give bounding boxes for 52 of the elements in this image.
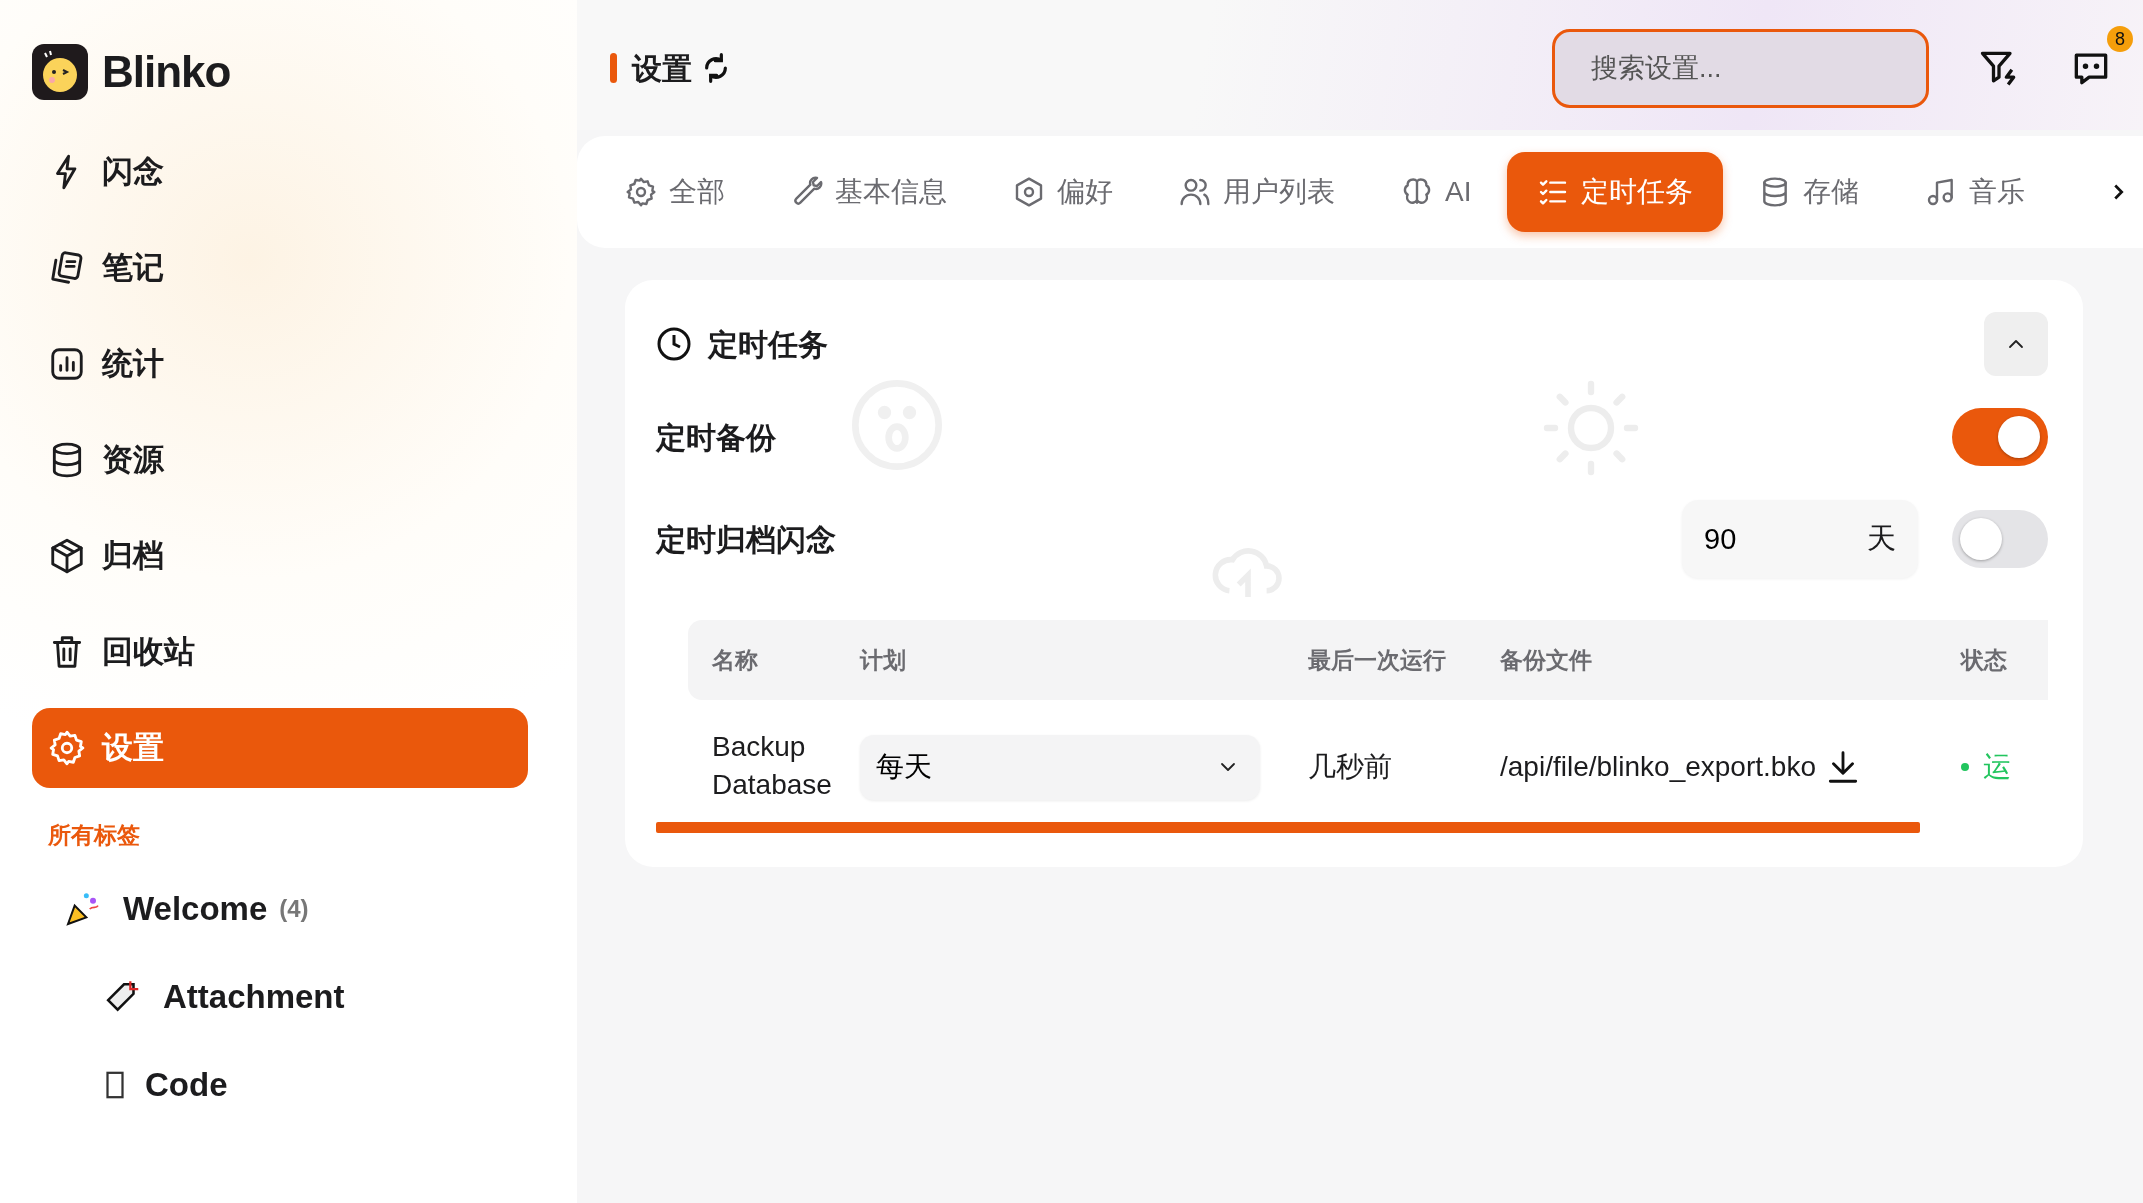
scrollbar[interactable] — [656, 822, 1920, 833]
status-text: 运 — [1983, 750, 2011, 784]
nav-item[interactable]: 归档 — [32, 516, 528, 596]
notification-count: 8 — [2107, 26, 2133, 52]
tab[interactable]: 存储 — [1729, 152, 1890, 232]
tab[interactable]: 音乐 — [1895, 152, 2056, 232]
tab[interactable]: 用户列表 — [1149, 152, 1365, 232]
accent-bar — [610, 53, 617, 83]
box-icon — [48, 537, 86, 575]
column-header: 备份文件 — [1500, 645, 1593, 675]
unit-label: 天 — [1867, 521, 1896, 556]
tag-item[interactable]: Welcome — [123, 883, 268, 934]
column-header: 计划 — [860, 645, 907, 675]
tab[interactable]: 定时任务 — [1507, 152, 1724, 232]
tab[interactable]: 基本信息 — [761, 152, 977, 232]
hexagon-icon — [1013, 176, 1045, 208]
table-cell: 几秒前 — [1308, 751, 1392, 782]
search-field[interactable]: 搜索设置... — [1552, 28, 1929, 108]
chart-icon — [48, 345, 86, 383]
schedule-dropdown[interactable]: 每天 — [860, 734, 1260, 800]
settings-icon — [625, 176, 657, 208]
tag-item[interactable]: Code — [145, 1059, 228, 1110]
nav-item[interactable]: 设置 — [32, 708, 528, 788]
status-dot — [1961, 763, 1969, 771]
clock-icon — [656, 326, 692, 362]
nav-item[interactable]: 闪念 — [32, 132, 528, 212]
page-title: 设置 — [632, 50, 692, 87]
tag-count: (4) — [279, 893, 309, 924]
column-header: 状态 — [1961, 645, 2008, 675]
nav-item[interactable]: 资源 — [32, 420, 528, 500]
tags-heading: 所有标签 — [48, 821, 141, 850]
toggle-switch[interactable] — [1952, 408, 2048, 466]
nav-item[interactable]: 统计 — [32, 324, 528, 404]
tag-item[interactable]: Attachment — [163, 971, 345, 1022]
logo-icon — [32, 44, 88, 100]
tab[interactable]: AI — [1371, 152, 1502, 232]
column-header: 名称 — [711, 645, 759, 675]
table-cell-text: Backup Database — [712, 730, 833, 802]
tab[interactable]: 偏好 — [983, 152, 1143, 232]
column-header: 最后一次运行 — [1308, 645, 1447, 675]
tab[interactable]: 全部 — [595, 152, 755, 232]
wrench-icon — [791, 176, 823, 208]
setting-label: 定时归档闪念 — [656, 521, 836, 558]
missing-glyph-icon — [105, 1069, 125, 1100]
nav-item[interactable]: 回收站 — [32, 612, 528, 692]
nav-item[interactable]: 笔记 — [32, 228, 528, 308]
settings-icon — [48, 729, 86, 767]
section-title: 定时任务 — [708, 326, 828, 363]
app-name: Blinko — [102, 46, 231, 98]
table-cell-text: /api/file/blinko_export.bko — [1500, 750, 1816, 784]
setting-label: 定时备份 — [656, 419, 776, 456]
users-icon — [1179, 176, 1211, 208]
